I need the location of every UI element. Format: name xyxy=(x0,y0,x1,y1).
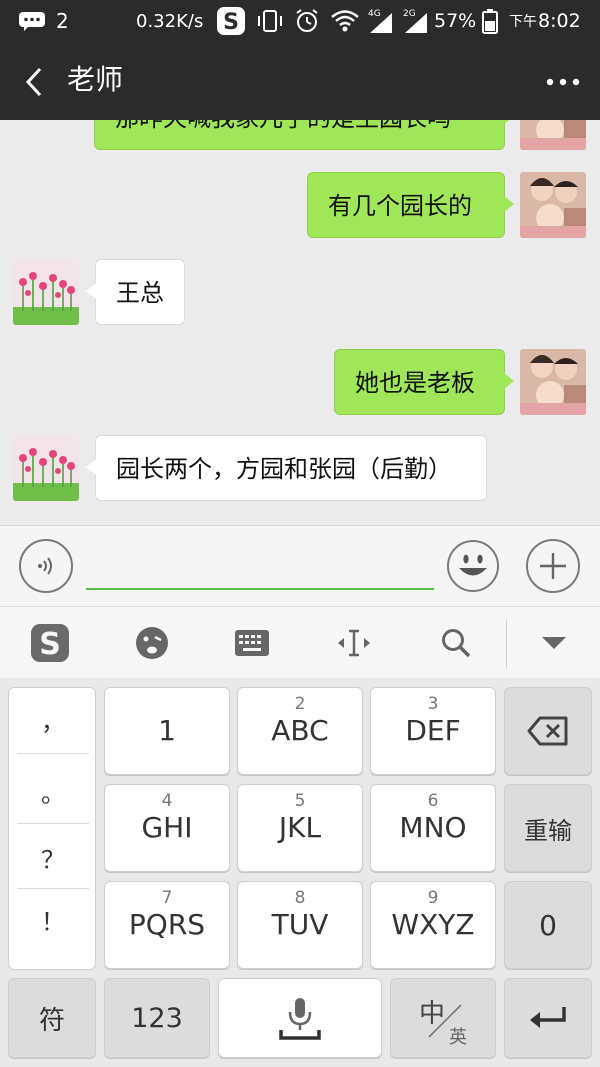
chat-message-list[interactable]: 那昨天喊我家儿子的是王园长吗 有几个园长的 王总 她也是老板 园长两个，方园和张… xyxy=(0,120,600,525)
punct-key-comma[interactable]: ， xyxy=(9,688,97,750)
message-notification-icon xyxy=(18,0,48,42)
space-voice-key[interactable] xyxy=(218,978,382,1058)
contact-avatar[interactable] xyxy=(13,435,79,501)
signal-2g-icon: 2G xyxy=(401,0,431,42)
key-3-def[interactable]: 3 DEF xyxy=(370,687,496,775)
punct-divider xyxy=(17,823,89,824)
key-9-wxyz[interactable]: 9 WXYZ xyxy=(370,881,496,969)
sogou-status-icon: S xyxy=(216,0,246,42)
message-bubble[interactable]: 园长两个，方园和张园（后勤） xyxy=(86,435,487,501)
vibrate-icon xyxy=(255,0,285,42)
enter-arrow-icon xyxy=(530,1007,566,1028)
cursor-move-icon xyxy=(338,629,370,657)
network-speed: 0.32K/s xyxy=(136,10,204,32)
keyboard-switch-button[interactable] xyxy=(222,607,282,679)
more-dots-icon xyxy=(546,78,580,86)
emoji-face-icon xyxy=(136,627,168,659)
back-arrow-icon xyxy=(25,67,42,97)
svg-text:S: S xyxy=(39,627,61,662)
smiley-icon xyxy=(447,540,499,592)
title-bar: 老师 xyxy=(0,42,600,120)
status-bar: 2 0.32K/s S 4G 2G 57% 下午 8:02 xyxy=(0,0,600,42)
nine-key-keyboard: ， 。 ？ ！ 1 2 ABC 3 DEF 4 GHI 5 JKL 6 MNO … xyxy=(0,678,600,1067)
voice-wave-icon xyxy=(38,557,52,575)
more-options-button[interactable] xyxy=(542,62,584,102)
lang-chinese-label: 中 xyxy=(419,999,446,1029)
punctuation-column[interactable]: ， 。 ？ ！ xyxy=(8,687,96,970)
svg-text:2G: 2G xyxy=(403,9,416,19)
more-functions-button[interactable] xyxy=(526,539,580,593)
contact-avatar[interactable] xyxy=(13,259,79,325)
plus-icon xyxy=(540,553,566,579)
cursor-control-button[interactable] xyxy=(324,607,384,679)
signal-4g-icon: 4G xyxy=(366,0,396,42)
wifi-icon xyxy=(330,0,360,42)
key-5-jkl[interactable]: 5 JKL xyxy=(237,784,363,872)
chat-title: 老师 xyxy=(67,63,124,96)
my-avatar[interactable] xyxy=(520,349,586,415)
key-7-pqrs[interactable]: 7 PQRS xyxy=(104,881,230,969)
keyboard-icon xyxy=(235,630,269,656)
emoji-button[interactable] xyxy=(446,539,500,593)
battery-icon xyxy=(482,0,498,42)
hide-keyboard-button[interactable] xyxy=(524,607,584,679)
my-avatar[interactable] xyxy=(520,172,586,238)
search-button[interactable] xyxy=(426,607,486,679)
message-input[interactable] xyxy=(86,546,434,590)
message-bubble[interactable]: 她也是老板 xyxy=(334,349,514,415)
punct-divider xyxy=(17,753,89,754)
retype-key[interactable]: 重输 xyxy=(504,784,592,872)
key-6-mno[interactable]: 6 MNO xyxy=(370,784,496,872)
svg-text:S: S xyxy=(223,10,239,35)
back-button[interactable] xyxy=(14,62,54,102)
symbol-key[interactable]: 符 xyxy=(8,978,96,1058)
collapse-down-icon xyxy=(542,637,566,649)
punct-key-exclaim[interactable]: ！ xyxy=(9,888,97,950)
key-0[interactable]: 0 xyxy=(504,881,592,969)
voice-input-button[interactable] xyxy=(19,539,73,593)
numeric-keyboard-key[interactable]: 123 xyxy=(104,978,210,1058)
message-bubble[interactable]: 王总 xyxy=(86,259,185,325)
svg-text:4G: 4G xyxy=(368,9,381,19)
notification-count: 2 xyxy=(56,9,69,33)
battery-percent: 57% xyxy=(434,10,477,32)
backspace-key[interactable] xyxy=(504,687,592,775)
key-4-ghi[interactable]: 4 GHI xyxy=(104,784,230,872)
microphone-icon xyxy=(279,998,321,1040)
sogou-menu-button[interactable]: S xyxy=(20,607,80,679)
emoji-panel-button[interactable] xyxy=(122,607,182,679)
message-bubble[interactable]: 有几个园长的 xyxy=(307,172,514,238)
toolbar-divider xyxy=(506,619,507,669)
my-avatar[interactable] xyxy=(520,120,586,150)
search-icon xyxy=(442,629,471,658)
language-switch-key[interactable]: 中 英 xyxy=(390,978,496,1058)
punct-key-question[interactable]: ？ xyxy=(9,826,97,888)
message-bubble[interactable]: 那昨天喊我家儿子的是王园长吗 xyxy=(94,120,514,150)
clock: 下午 8:02 xyxy=(509,10,581,32)
key-1[interactable]: 1 xyxy=(104,687,230,775)
lang-english-label: 英 xyxy=(449,1027,467,1048)
alarm-icon xyxy=(294,0,320,42)
keyboard-toolbar: S xyxy=(0,606,600,678)
sogou-logo-icon: S xyxy=(31,624,69,662)
key-2-abc[interactable]: 2 ABC xyxy=(237,687,363,775)
backspace-icon xyxy=(527,716,568,746)
punct-key-period[interactable]: 。 xyxy=(9,760,97,822)
key-8-tuv[interactable]: 8 TUV xyxy=(237,881,363,969)
enter-key[interactable] xyxy=(504,978,592,1058)
message-input-bar xyxy=(0,525,600,606)
